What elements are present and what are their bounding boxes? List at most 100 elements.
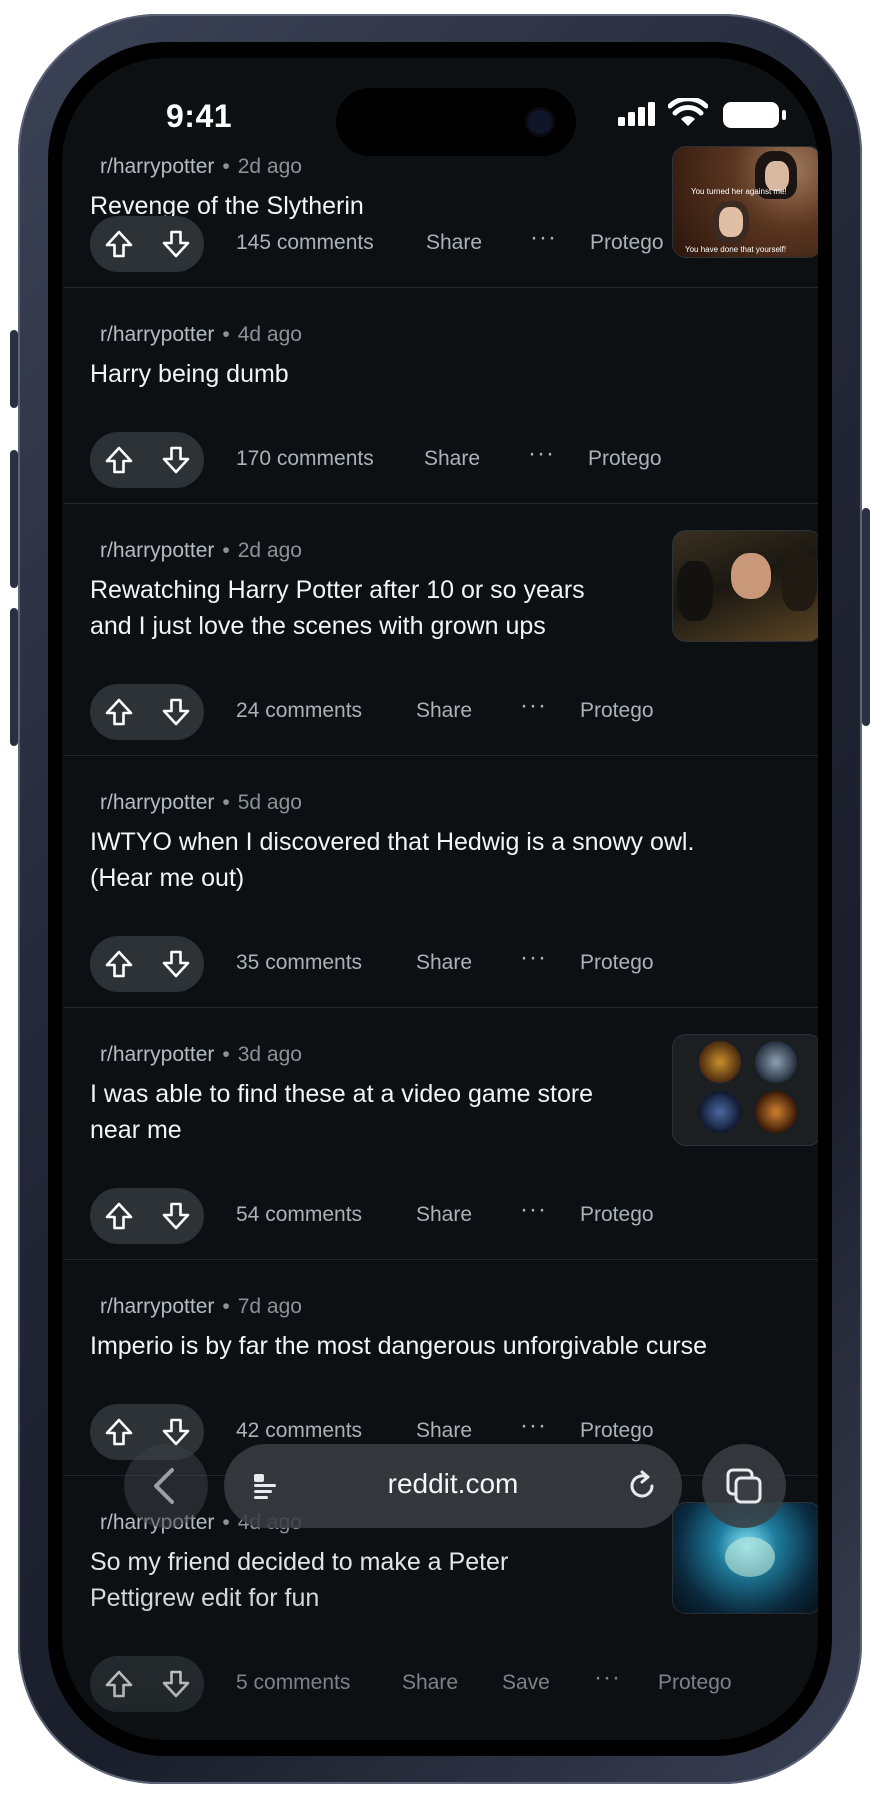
vote-pill xyxy=(90,1656,204,1712)
reload-icon[interactable] xyxy=(624,1468,660,1504)
post-age: 5d ago xyxy=(237,791,302,814)
front-camera xyxy=(528,110,552,134)
share-button[interactable]: Share xyxy=(416,1203,472,1227)
wifi-icon xyxy=(668,98,708,126)
post-actions: 5 comments Share Save ··· Protego xyxy=(90,1656,790,1712)
subreddit-link[interactable]: r/harrypotter xyxy=(100,323,214,346)
screen: 9:41 r/harrypotter • 2d ago Revenge of t… xyxy=(62,58,818,1740)
post-age: 2d ago xyxy=(237,539,302,562)
protego-button[interactable]: Protego xyxy=(590,231,664,255)
more-options-icon[interactable]: ··· xyxy=(594,1664,621,1692)
post-actions: 35 comments Share ··· Protego xyxy=(90,936,790,992)
post-meta: r/harrypotter • 7d ago xyxy=(100,1295,302,1318)
post-title[interactable]: IWTYO when I discovered that Hedwig is a… xyxy=(90,824,694,896)
volume-up-button xyxy=(10,450,18,588)
downvote-icon[interactable] xyxy=(162,698,190,726)
vote-pill xyxy=(90,684,204,740)
comments-button[interactable]: 24 comments xyxy=(236,699,362,723)
volume-down-button xyxy=(10,608,18,746)
browser-toolbar: reddit.com xyxy=(62,1424,818,1544)
more-options-icon[interactable]: ··· xyxy=(520,1196,547,1224)
protego-button[interactable]: Protego xyxy=(580,1203,654,1227)
protego-button[interactable]: Protego xyxy=(580,951,654,975)
downvote-icon[interactable] xyxy=(162,446,190,474)
post-thumbnail[interactable] xyxy=(672,530,818,642)
post-meta: r/harrypotter•4d ago xyxy=(100,323,302,346)
protego-button[interactable]: Protego xyxy=(580,699,654,723)
tabs-icon xyxy=(726,1468,762,1504)
dynamic-island xyxy=(336,88,576,156)
downvote-icon[interactable] xyxy=(162,950,190,978)
comments-button[interactable]: 170 comments xyxy=(236,447,374,471)
protego-button[interactable]: Protego xyxy=(588,447,662,471)
more-options-icon[interactable]: ··· xyxy=(520,944,547,972)
status-time: 9:41 xyxy=(166,98,233,134)
post-thumbnail[interactable] xyxy=(672,1034,818,1146)
share-button[interactable]: Share xyxy=(416,699,472,723)
post-meta: r/harrypotter • 2d ago xyxy=(100,539,302,562)
more-options-icon[interactable]: ··· xyxy=(520,692,547,720)
post-meta: r/harrypotter • 5d ago xyxy=(100,791,302,814)
vote-pill xyxy=(90,216,204,272)
protego-button[interactable]: Protego xyxy=(658,1671,732,1695)
phone-frame: 9:41 r/harrypotter • 2d ago Revenge of t… xyxy=(10,14,870,1784)
downvote-icon[interactable] xyxy=(162,1670,190,1698)
downvote-icon[interactable] xyxy=(162,1202,190,1230)
comments-button[interactable]: 5 comments xyxy=(236,1671,350,1695)
power-button xyxy=(862,508,870,726)
comments-button[interactable]: 54 comments xyxy=(236,1203,362,1227)
tabs-button[interactable] xyxy=(702,1444,786,1528)
subreddit-link[interactable]: r/harrypotter xyxy=(100,791,214,814)
post-actions: 170 comments Share ··· Protego xyxy=(90,432,790,488)
url-text: reddit.com xyxy=(387,1468,519,1499)
vote-pill xyxy=(90,432,204,488)
comments-button[interactable]: 145 comments xyxy=(236,231,374,255)
subreddit-link[interactable]: r/harrypotter xyxy=(100,155,214,178)
thumbnail-caption: You turned her against me! xyxy=(691,187,787,196)
post-age: 3d ago xyxy=(237,1043,302,1066)
share-button[interactable]: Share xyxy=(426,231,482,255)
post-title[interactable]: I was able to find these at a video game… xyxy=(90,1076,593,1148)
vote-pill xyxy=(90,936,204,992)
share-button[interactable]: Share xyxy=(402,1671,458,1695)
post-meta: r/harrypotter • 2d ago xyxy=(100,155,302,178)
post-actions: 145 comments Share ··· Protego xyxy=(90,216,790,272)
downvote-icon[interactable] xyxy=(162,230,190,258)
post-actions: 24 comments Share ··· Protego xyxy=(90,684,790,740)
upvote-icon[interactable] xyxy=(105,446,133,474)
post-title[interactable]: Imperio is by far the most dangerous unf… xyxy=(90,1328,707,1364)
post-title[interactable]: So my friend decided to make a Peter Pet… xyxy=(90,1544,508,1616)
post-age: 2d ago xyxy=(237,155,302,178)
post-age: 4d ago xyxy=(237,323,302,346)
upvote-icon[interactable] xyxy=(105,950,133,978)
share-button[interactable]: Share xyxy=(416,951,472,975)
cellular-signal-icon xyxy=(618,102,655,126)
more-options-icon[interactable]: ··· xyxy=(530,224,557,252)
back-button[interactable] xyxy=(124,1444,208,1528)
upvote-icon[interactable] xyxy=(105,698,133,726)
post-card[interactable]: r/harrypotter • 3d ago I was able to find … xyxy=(64,1008,818,1260)
post-title[interactable]: Rewatching Harry Potter after 10 or so y… xyxy=(90,572,585,644)
chevron-left-icon xyxy=(154,1468,174,1504)
post-card[interactable]: r/harrypotter • 2d ago Rewatching Harry Po… xyxy=(64,504,818,756)
subreddit-link[interactable]: r/harrypotter xyxy=(100,1043,214,1066)
save-button[interactable]: Save xyxy=(502,1671,550,1695)
subreddit-link[interactable]: r/harrypotter xyxy=(100,539,214,562)
status-bar: 9:41 xyxy=(62,58,818,156)
address-bar[interactable]: reddit.com xyxy=(224,1444,682,1528)
share-button[interactable]: Share xyxy=(424,447,480,471)
action-button xyxy=(10,330,18,408)
battery-icon xyxy=(723,102,786,128)
upvote-icon[interactable] xyxy=(105,1670,133,1698)
upvote-icon[interactable] xyxy=(105,230,133,258)
subreddit-link[interactable]: r/harrypotter xyxy=(100,1295,214,1318)
vote-pill xyxy=(90,1188,204,1244)
post-title[interactable]: Harry being dumb xyxy=(90,356,289,392)
post-card[interactable]: r/harrypotter • 4d ago Harry being dumb 17… xyxy=(64,288,818,504)
post-meta: r/harrypotter • 3d ago xyxy=(100,1043,302,1066)
post-age: 7d ago xyxy=(237,1295,302,1318)
post-card[interactable]: r/harrypotter • 5d ago IWTYO when I discov… xyxy=(64,756,818,1008)
comments-button[interactable]: 35 comments xyxy=(236,951,362,975)
upvote-icon[interactable] xyxy=(105,1202,133,1230)
more-options-icon[interactable]: ··· xyxy=(528,440,555,468)
